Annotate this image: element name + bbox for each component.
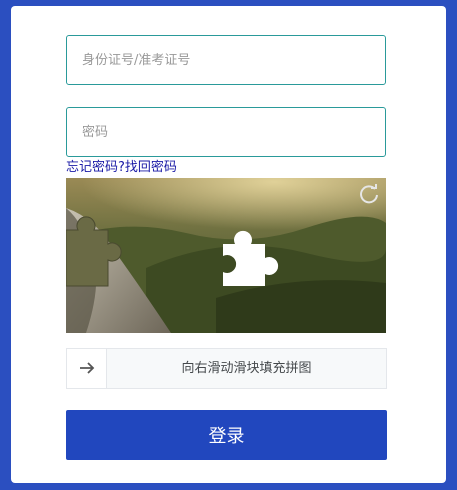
username-input[interactable]	[67, 36, 385, 84]
refresh-icon[interactable]	[358, 183, 380, 205]
arrow-right-icon	[79, 359, 95, 378]
forgot-password-link[interactable]: 忘记密码?找回密码	[66, 160, 177, 176]
slider-handle[interactable]	[67, 349, 107, 388]
login-card: 忘记密码?找回密码	[11, 6, 446, 483]
login-button[interactable]: 登录	[66, 410, 387, 460]
captcha-image	[66, 178, 386, 333]
slider-hint-text: 向右滑动滑块填充拼图	[181, 361, 312, 376]
username-field[interactable]	[66, 35, 386, 85]
captcha-landscape-image	[66, 178, 386, 333]
password-field[interactable]	[66, 107, 386, 157]
password-input[interactable]	[67, 108, 385, 156]
captcha-slider-track[interactable]: 向右滑动滑块填充拼图	[66, 348, 387, 389]
